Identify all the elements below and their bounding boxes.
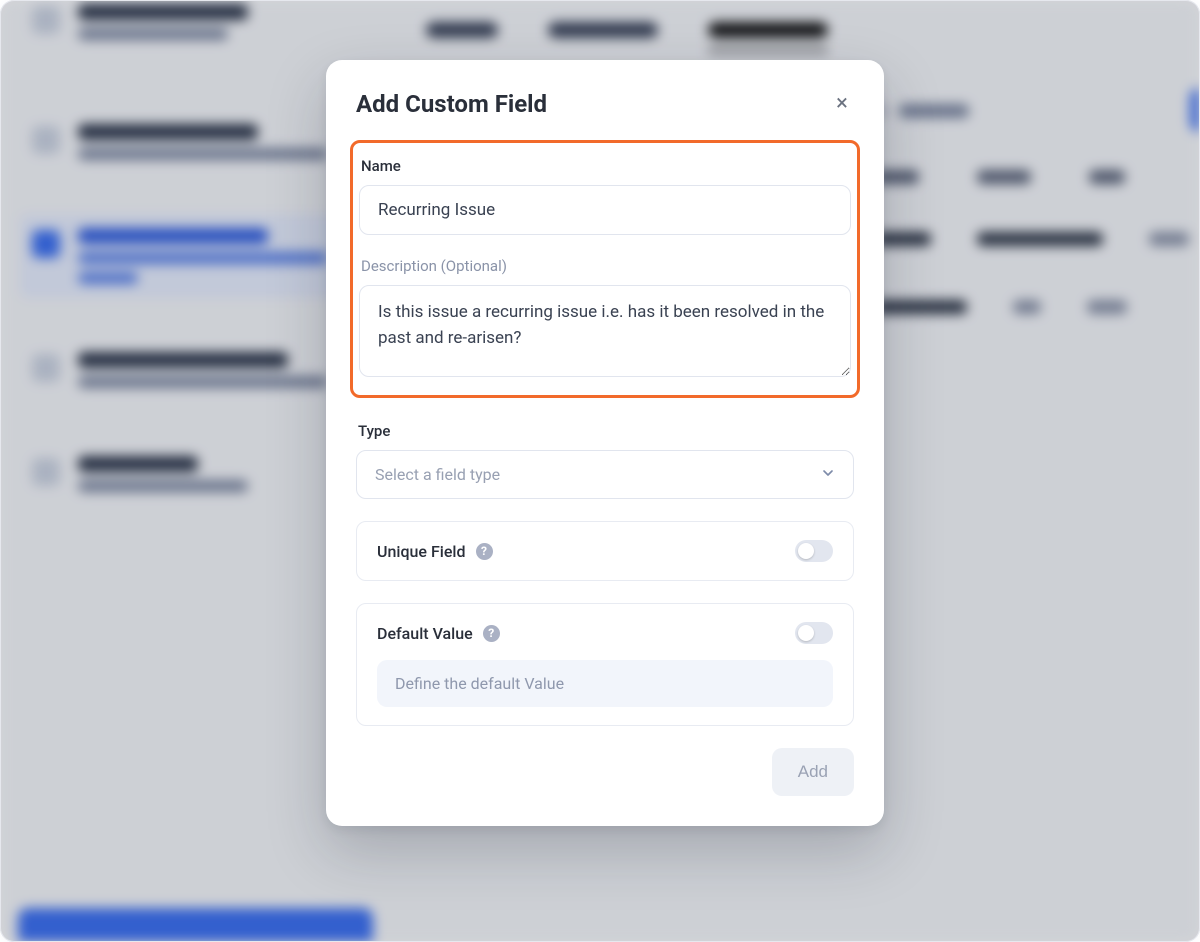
close-button[interactable]: × xyxy=(830,92,854,116)
add-custom-field-modal: Add Custom Field × Name Description (Opt… xyxy=(326,60,884,826)
type-select[interactable]: Select a field type xyxy=(356,450,854,499)
help-icon[interactable]: ? xyxy=(476,543,493,560)
unique-field-card: Unique Field ? xyxy=(356,521,854,581)
default-value-label: Default Value xyxy=(377,624,473,643)
type-label: Type xyxy=(356,422,854,440)
unique-field-label: Unique Field xyxy=(377,542,466,561)
help-icon[interactable]: ? xyxy=(483,625,500,642)
description-label: Description (Optional) xyxy=(359,257,851,275)
default-value-card: Default Value ? xyxy=(356,603,854,726)
name-label: Name xyxy=(359,157,851,175)
name-input[interactable] xyxy=(359,185,851,235)
modal-title: Add Custom Field xyxy=(356,90,547,118)
close-icon: × xyxy=(836,93,848,115)
description-input[interactable]: Is this issue a recurring issue i.e. has… xyxy=(359,285,851,377)
add-button[interactable]: Add xyxy=(772,748,854,796)
unique-field-toggle[interactable] xyxy=(795,540,833,562)
default-value-input[interactable] xyxy=(377,660,833,707)
highlighted-section: Name Description (Optional) Is this issu… xyxy=(350,140,860,398)
default-value-toggle[interactable] xyxy=(795,622,833,644)
